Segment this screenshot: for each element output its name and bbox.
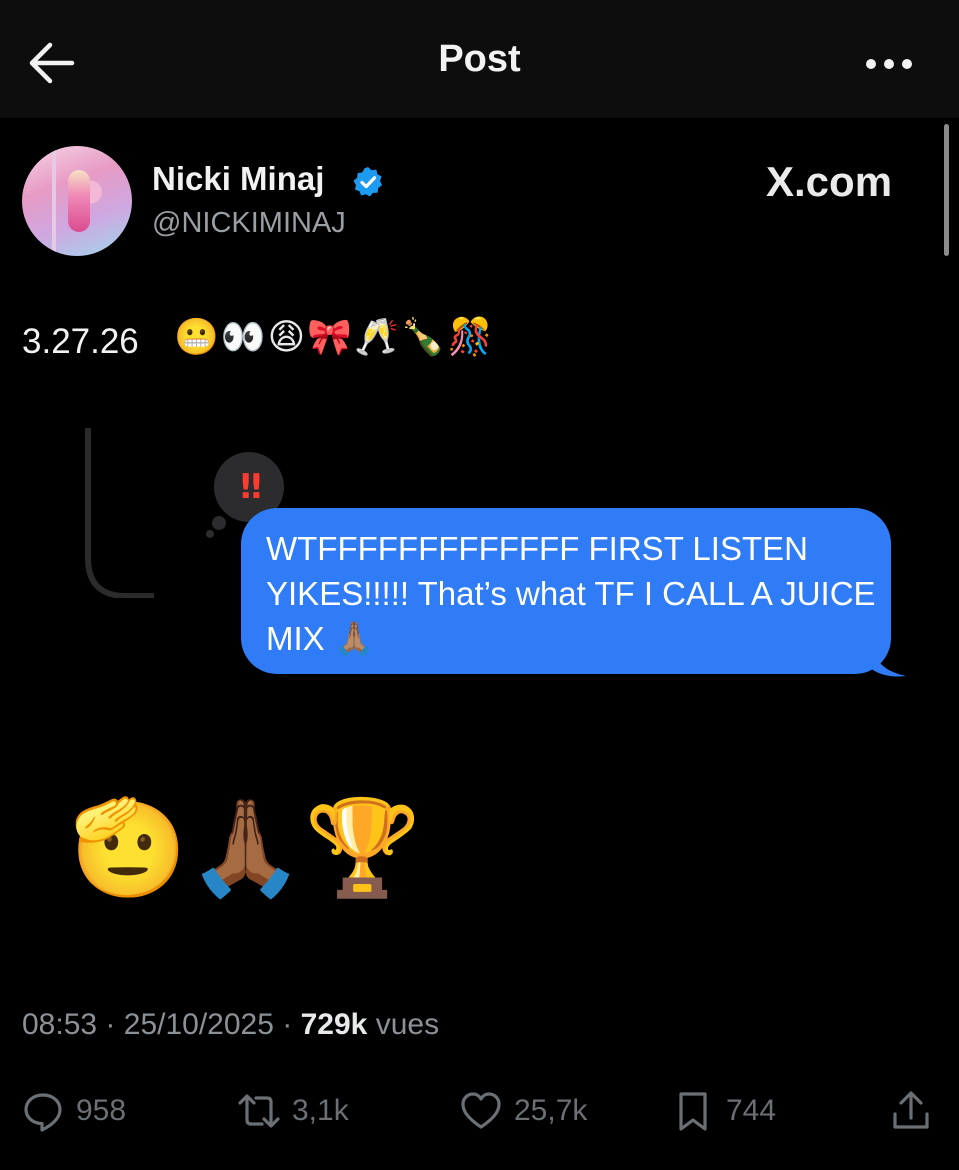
post-text: 3.27.26 [22, 322, 139, 361]
post-time: 08:53 [22, 1008, 98, 1041]
post-meta: 08:53 · 25/10/2025 · 729k vues [22, 1008, 439, 1042]
page-title: Post [438, 38, 521, 80]
message-text: WTFFFFFFFFFFFFF FIRST LISTEN YIKES!!!!! … [266, 530, 876, 657]
reply-count: 958 [76, 1094, 127, 1127]
double-exclamation-icon: ‼ [240, 467, 261, 507]
author-name[interactable]: Nicki Minaj [152, 160, 324, 198]
bookmark-icon [679, 1092, 707, 1131]
repost-icon [238, 1094, 280, 1128]
share-button[interactable] [890, 1088, 932, 1134]
repost-count: 3,1k [292, 1094, 349, 1127]
avatar[interactable] [22, 146, 132, 256]
meta-separator: · [105, 1008, 116, 1041]
share-icon [893, 1091, 929, 1129]
scrollbar[interactable] [944, 124, 949, 256]
reply-icon [24, 1093, 62, 1132]
bookmark-button[interactable]: 744 [672, 1088, 776, 1134]
top-bar: Post [0, 0, 959, 118]
bookmark-count: 744 [726, 1094, 777, 1127]
like-count: 25,7k [514, 1094, 588, 1127]
post-emojis: 😬👀😩🎀🥂🍾🎊 [174, 316, 495, 357]
repost-button[interactable]: 3,1k [238, 1088, 349, 1134]
views-label: vues [375, 1008, 440, 1041]
verified-badge-icon [353, 167, 382, 197]
meta-separator: · [282, 1008, 293, 1041]
heart-icon [461, 1092, 501, 1129]
views-count: 729k [300, 1008, 368, 1041]
x-com-watermark: X.com [766, 158, 893, 205]
post-date: 25/10/2025 [123, 1008, 274, 1041]
reply-button[interactable]: 958 [22, 1088, 126, 1134]
like-button[interactable]: 25,7k [460, 1088, 587, 1134]
more-options-button[interactable] [862, 50, 916, 76]
reply-connector-line [85, 428, 154, 598]
author-handle[interactable]: @NICKIMINAJ [152, 207, 346, 240]
reply-emojis: 🫡🙏🏾🏆 [70, 795, 422, 900]
